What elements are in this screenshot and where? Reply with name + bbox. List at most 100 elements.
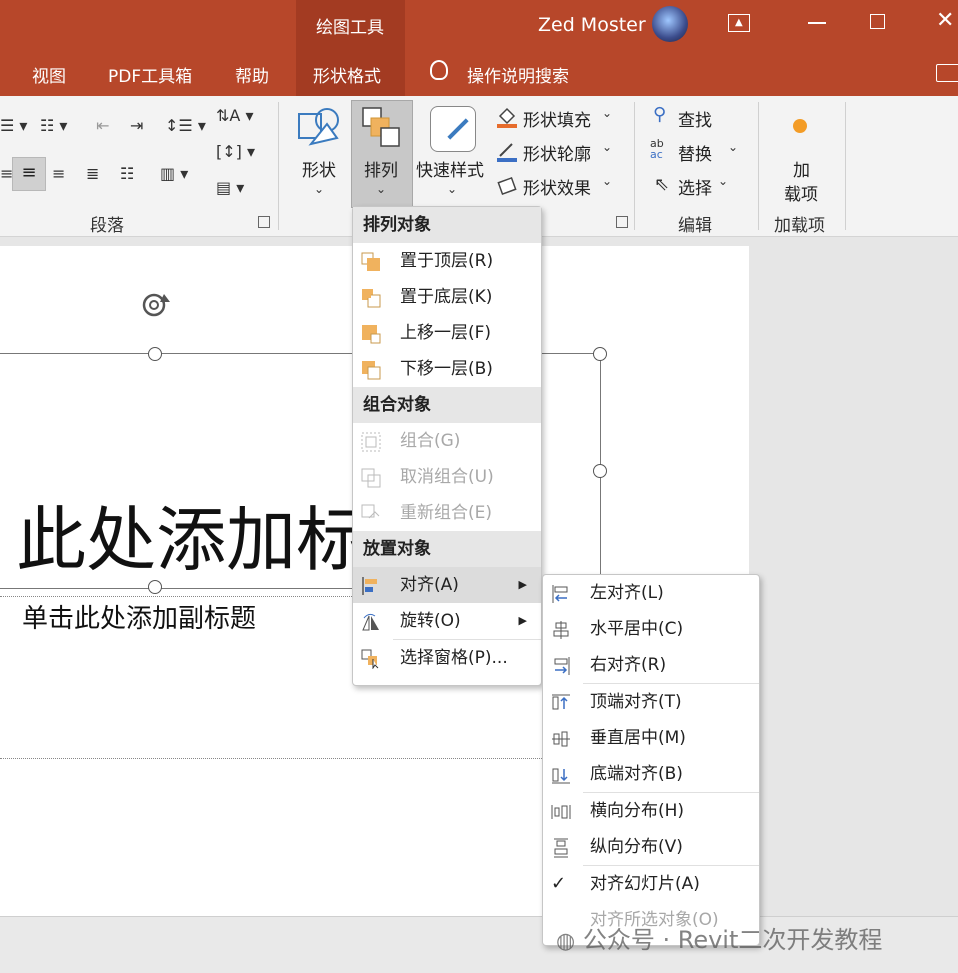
selection-pane-icon [361, 649, 379, 669]
center-align-button[interactable]: ≡ [12, 157, 46, 191]
chevron-down-icon[interactable]: ⌄ [728, 140, 738, 154]
rotate-handle-icon[interactable] [140, 288, 172, 320]
distribute-vertical-icon [554, 838, 568, 858]
chevron-down-icon[interactable]: ⌄ [602, 174, 612, 188]
context-tab-label: 绘图工具 [316, 18, 384, 38]
menu-item-send-to-back[interactable]: 置于底层(K) [353, 279, 541, 315]
resize-handle[interactable] [593, 464, 607, 478]
slide-subtitle[interactable]: 单击此处添加副标题 [22, 598, 256, 635]
align-top-icon [552, 694, 570, 710]
menu-item-selection-pane[interactable]: 选择窗格(P)... [353, 640, 541, 676]
dialog-launcher-icon[interactable] [616, 216, 628, 228]
menu-item-align-right[interactable]: 右对齐(R) [543, 647, 759, 683]
menu-item-align-bottom[interactable]: 底端对齐(B) [543, 756, 759, 792]
arrange-label: 排列 [364, 161, 398, 181]
pen-outline-icon [496, 140, 518, 162]
menu-item-label: 重新组合(E) [400, 503, 493, 523]
decrease-indent-icon[interactable]: ⇤ [96, 116, 109, 135]
section-order-header: 排列对象 [353, 207, 541, 243]
minimize-icon[interactable] [808, 22, 826, 24]
wechat-icon: ◍ [556, 929, 576, 954]
distributed-icon[interactable]: ☷ [120, 164, 134, 183]
menu-item-label: 顶端对齐(T) [590, 692, 682, 712]
shape-fill-button[interactable]: 形状填充 [523, 106, 591, 131]
chevron-down-icon[interactable]: ⌄ [314, 182, 324, 196]
shape-effects-button[interactable]: 形状效果 [523, 174, 591, 199]
menu-item-group[interactable]: 组合(G) [353, 423, 541, 459]
shape-outline-button[interactable]: 形状轮廓 [523, 140, 591, 165]
find-button[interactable]: 查找 [678, 106, 712, 131]
tab-view[interactable]: 视图 [32, 62, 66, 87]
resize-handle[interactable] [148, 580, 162, 594]
comments-icon[interactable] [936, 64, 958, 82]
rotate-icon [362, 613, 379, 631]
menu-item-align-center[interactable]: 水平居中(C) [543, 611, 759, 647]
chevron-down-icon[interactable]: ⌄ [718, 174, 728, 188]
menu-item-label: 组合(G) [400, 431, 461, 451]
menu-item-bring-to-front[interactable]: 置于顶层(R) [353, 243, 541, 279]
menu-item-align-to-slide[interactable]: ✓ 对齐幻灯片(A) [543, 866, 759, 902]
line-spacing-icon[interactable]: ↕☰ ▾ [165, 116, 206, 135]
menu-item-align-top[interactable]: 顶端对齐(T) [543, 684, 759, 720]
send-backward-icon [362, 361, 381, 380]
replace-button[interactable]: 替换 [678, 140, 712, 165]
cursor-icon: ⇖ [654, 174, 670, 195]
justify-icon[interactable]: ≣ [86, 164, 99, 183]
tell-me-search[interactable]: 操作说明搜索 [467, 62, 569, 87]
menu-item-label: 对齐幻灯片(A) [590, 874, 700, 894]
avatar[interactable] [652, 6, 688, 42]
chevron-down-icon: ⌄ [376, 182, 387, 196]
chevron-down-icon[interactable]: ⌄ [447, 182, 457, 196]
menu-item-label: 对齐(A) [400, 575, 459, 595]
text-direction-icon[interactable]: ⇅A ▾ [216, 106, 253, 125]
align-icon [362, 577, 377, 595]
tab-shape-format[interactable]: 形状格式 [313, 62, 381, 87]
chevron-down-icon[interactable]: ⌄ [602, 140, 612, 154]
shapes-button[interactable]: 形状 [302, 156, 336, 181]
menu-item-rotate[interactable]: 旋转(O) ▶ [353, 603, 541, 639]
resize-handle[interactable] [593, 347, 607, 361]
menu-item-ungroup[interactable]: 取消组合(U) [353, 459, 541, 495]
addins-label-1[interactable]: 加 [793, 156, 810, 181]
menu-item-label: 横向分布(H) [590, 801, 685, 821]
user-name[interactable]: Zed Moster [538, 14, 646, 36]
bullets-icon[interactable]: ☰ ▾ [0, 116, 27, 135]
close-icon[interactable]: ✕ [936, 8, 954, 33]
chevron-down-icon[interactable]: ⌄ [602, 106, 612, 120]
menu-item-label: 置于底层(K) [400, 287, 493, 307]
menu-item-send-backward[interactable]: 下移一层(B) [353, 351, 541, 387]
menu-item-bring-forward[interactable]: 上移一层(F) [353, 315, 541, 351]
slide-title[interactable]: ┤此处添加标 [0, 498, 352, 582]
columns-icon[interactable]: ▥ ▾ [160, 164, 188, 183]
dialog-launcher-icon[interactable] [258, 216, 270, 228]
menu-item-label: 取消组合(U) [400, 467, 494, 487]
menu-item-distribute-horizontal[interactable]: 横向分布(H) [543, 793, 759, 829]
restore-icon[interactable] [870, 14, 885, 29]
increase-indent-icon[interactable]: ⇥ [130, 116, 143, 135]
group-divider [634, 102, 635, 230]
numbering-icon[interactable]: ☷ ▾ [40, 116, 67, 135]
menu-item-align[interactable]: 对齐(A) ▶ [353, 567, 541, 603]
select-button[interactable]: 选择 [678, 174, 712, 199]
addins-label-2[interactable]: 载项 [784, 180, 818, 205]
menu-item-align-left[interactable]: 左对齐(L) [543, 575, 759, 611]
search-icon: ⚲ [653, 104, 667, 125]
group-divider [278, 102, 279, 230]
menu-item-align-middle[interactable]: 垂直居中(M) [543, 720, 759, 756]
align-text-icon[interactable]: [↕] ▾ [216, 142, 255, 161]
align-right-icon[interactable]: ≡ [52, 164, 65, 183]
menu-item-regroup[interactable]: 重新组合(E) [353, 495, 541, 531]
tab-pdf-tools[interactable]: PDF工具箱 [108, 62, 192, 87]
regroup-icon [361, 504, 380, 519]
submenu-arrow-icon: ▶ [518, 578, 527, 591]
ribbon-display-icon[interactable]: ▲ [728, 14, 750, 32]
menu-item-label: 上移一层(F) [400, 323, 492, 343]
tab-help[interactable]: 帮助 [235, 62, 269, 87]
menu-item-label: 下移一层(B) [400, 359, 493, 379]
addins-group-label: 加载项 [774, 216, 825, 236]
quick-styles-button[interactable]: 快速样式 [416, 156, 484, 181]
resize-handle[interactable] [148, 347, 162, 361]
smartart-icon[interactable]: ▤ ▾ [216, 178, 244, 197]
bring-forward-icon [362, 325, 381, 344]
menu-item-distribute-vertical[interactable]: 纵向分布(V) [543, 829, 759, 865]
